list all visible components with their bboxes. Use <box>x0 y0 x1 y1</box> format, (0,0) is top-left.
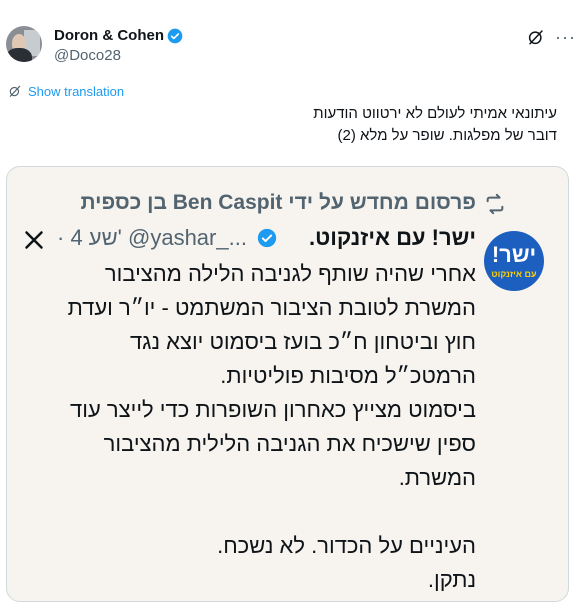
poster-meta: · 4 שע' @yashar_... <box>57 225 277 251</box>
verified-badge-icon <box>257 228 277 248</box>
tweet-line: דובר של מפלגות. שופר על מלא (2) <box>337 127 557 144</box>
author-name[interactable]: Doron & Cohen <box>54 27 164 44</box>
repost-label: פרסום מחדש על ידי Ben Caspit בן כספית <box>80 191 476 214</box>
logo-subtext: עם איזנקוט <box>491 269 537 279</box>
tweet-line: עיתונאי אמיתי לעולם לא ירטווט הודעות <box>313 105 557 122</box>
translate-icon <box>9 85 21 97</box>
post-time: · 4 שע' <box>57 225 122 250</box>
poster-handle: @yashar_... <box>128 225 247 250</box>
poster-name: ישר! עם איזנקוט. <box>308 225 476 250</box>
tweet-body: עיתונאי אמיתי לעולם לא ירטווט הודעות דוב… <box>17 103 557 147</box>
logo-text: ישר! <box>491 242 537 267</box>
avatar[interactable] <box>6 26 42 62</box>
verified-badge-icon <box>167 28 183 44</box>
quoted-post-image[interactable]: פרסום מחדש על ידי Ben Caspit בן כספית · … <box>6 166 569 602</box>
quoted-post-text: אחרי שהיה שותף לגניבה הלילה מהציבור המשר… <box>67 261 476 592</box>
more-icon[interactable]: ··· <box>555 27 576 48</box>
author-handle[interactable]: @Doco28 <box>54 47 121 64</box>
grok-icon[interactable] <box>527 28 545 46</box>
show-translation-link[interactable]: Show translation <box>28 84 124 99</box>
x-logo-icon <box>25 231 43 249</box>
poster-logo: ישר! עם איזנקוט <box>484 231 544 291</box>
repost-icon <box>486 193 504 215</box>
